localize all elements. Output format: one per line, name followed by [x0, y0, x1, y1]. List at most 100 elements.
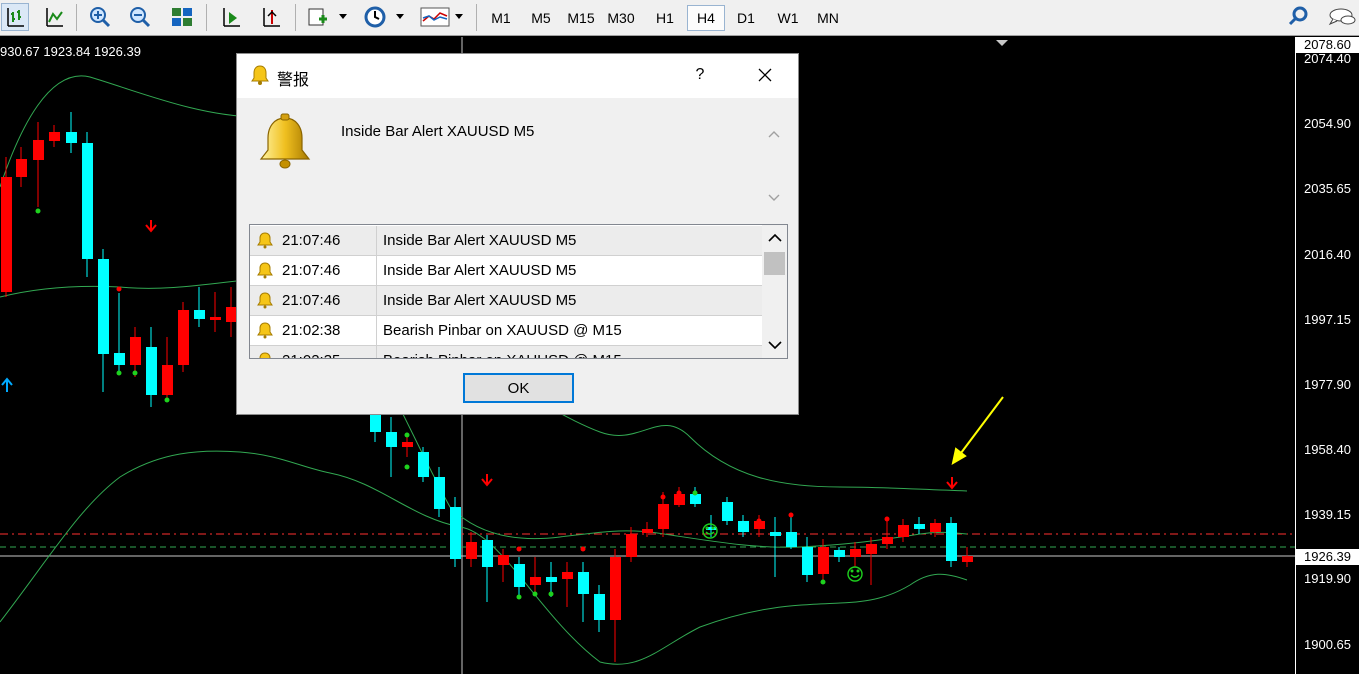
alert-time: 21:02:35	[282, 352, 340, 358]
candle-body	[786, 532, 797, 547]
candle-body	[402, 442, 413, 447]
price-label: 1939.15	[1304, 507, 1351, 522]
candle-body	[850, 549, 861, 557]
candle-body	[1, 177, 12, 292]
timeframe-mn[interactable]: MN	[809, 5, 847, 31]
price-label: 2054.90	[1304, 116, 1351, 131]
candle-body	[49, 132, 60, 141]
bell-icon	[256, 261, 274, 283]
candle-body	[818, 547, 829, 574]
price-label: 2074.40	[1304, 51, 1351, 66]
candle-body	[914, 524, 925, 529]
fractal-dot	[116, 286, 122, 292]
alert-row[interactable]: 21:02:38 Bearish Pinbar on XAUUSD @ M15	[250, 316, 762, 346]
dialog-title: 警报	[277, 72, 310, 89]
candle-body	[194, 310, 205, 319]
price-axis-marker	[996, 40, 1008, 46]
timeframe-w1[interactable]: W1	[769, 5, 807, 31]
timeframe-d1[interactable]: D1	[727, 5, 765, 31]
candle-body	[546, 577, 557, 582]
candle-body	[530, 577, 541, 585]
bell-icon	[256, 231, 274, 253]
alert-time: 21:07:46	[282, 232, 341, 249]
fractal-dot	[548, 591, 554, 597]
fractal-dot	[756, 518, 762, 524]
candle-body	[962, 556, 973, 562]
timeframe-h4[interactable]: H4	[687, 5, 725, 31]
bell-icon	[256, 291, 274, 313]
candle-body	[16, 159, 27, 177]
zoom-out-icon[interactable]	[126, 3, 154, 31]
candle-body	[946, 523, 957, 561]
candle-body	[210, 317, 221, 320]
alert-row[interactable]: 21:02:35 Bearish Pinbar on XAUUSD @ M15	[250, 346, 762, 358]
fractal-dot	[404, 464, 410, 470]
search-icon[interactable]	[1284, 3, 1312, 31]
timeframe-m15[interactable]: M15	[562, 5, 600, 31]
fractal-dot	[180, 344, 186, 350]
alert-text: Bearish Pinbar on XAUUSD @ M15	[383, 352, 622, 358]
history-clock-icon[interactable]	[361, 3, 389, 31]
alert-time: 21:07:46	[282, 292, 341, 309]
fractal-dot	[164, 397, 170, 403]
bar-chart-icon[interactable]	[1, 3, 29, 31]
timeframe-m30[interactable]: M30	[602, 5, 640, 31]
candle-body	[690, 494, 701, 504]
list-scrollbar[interactable]	[762, 225, 787, 358]
chart-shift-icon[interactable]	[257, 3, 285, 31]
chevron-down-icon[interactable]	[396, 14, 404, 19]
down-arrow-icon	[946, 477, 958, 490]
candle-body	[770, 532, 781, 536]
candle-body	[178, 310, 189, 365]
chevron-down-icon[interactable]	[455, 14, 463, 19]
autoscroll-icon[interactable]	[217, 3, 245, 31]
candle-body	[930, 523, 941, 532]
fractal-dot	[692, 490, 698, 496]
chat-icon[interactable]	[1325, 3, 1359, 31]
ok-button[interactable]: OK	[463, 373, 574, 403]
close-icon[interactable]	[753, 62, 777, 88]
alert-time: 21:07:46	[282, 262, 341, 279]
zoom-in-icon[interactable]	[86, 3, 114, 31]
candle-body	[466, 542, 477, 559]
message-scrollbar[interactable]	[764, 121, 784, 211]
candle-body	[594, 594, 605, 620]
candle-body	[626, 534, 637, 557]
price-label: 1958.40	[1304, 442, 1351, 457]
candle-body	[674, 494, 685, 505]
line-chart-icon[interactable]	[40, 3, 68, 31]
price-axis: 2078.60 2074.40 2054.90 2035.65 2016.40 1997.…	[996, 37, 1359, 674]
fractal-dot	[35, 208, 41, 214]
down-arrow-icon	[481, 474, 493, 487]
alert-row[interactable]: 21:07:46 Inside Bar Alert XAUUSD M5	[250, 226, 762, 256]
ohlc-readout: 930.67 1923.84 1926.39	[0, 44, 141, 59]
price-label: 1977.90	[1304, 377, 1351, 392]
alert-row[interactable]: 21:07:46 Inside Bar Alert XAUUSD M5	[250, 256, 762, 286]
chevron-down-icon[interactable]	[339, 14, 347, 19]
candle-body	[114, 353, 125, 365]
bell-icon	[256, 321, 274, 343]
bell-icon	[256, 351, 274, 358]
timeframe-m1[interactable]: M1	[482, 5, 520, 31]
smiley-icon	[702, 523, 718, 539]
fractal-dot	[788, 512, 794, 518]
fractal-dot	[820, 579, 826, 585]
alert-history-list[interactable]: 21:07:46 Inside Bar Alert XAUUSD M5 21:07:…	[249, 224, 788, 359]
candle-body	[610, 557, 621, 620]
new-order-icon[interactable]	[304, 3, 332, 31]
timeframe-m5[interactable]: M5	[522, 5, 560, 31]
candle-body	[834, 550, 845, 557]
bell-icon	[249, 64, 271, 91]
alert-text: Inside Bar Alert XAUUSD M5	[383, 292, 577, 309]
fractal-dot	[516, 594, 522, 600]
candle-body	[658, 504, 669, 529]
timeframe-h1[interactable]: H1	[646, 5, 684, 31]
help-button[interactable]: ?	[688, 62, 712, 88]
indicators-icon[interactable]	[418, 3, 452, 31]
alert-message: Inside Bar Alert XAUUSD M5	[341, 123, 535, 140]
candle-body	[418, 452, 429, 477]
fractal-dot	[580, 546, 586, 552]
tile-windows-icon[interactable]	[168, 3, 196, 31]
dialog-titlebar[interactable]: 警报 ?	[237, 54, 798, 98]
alert-row[interactable]: 21:07:46 Inside Bar Alert XAUUSD M5	[250, 286, 762, 316]
